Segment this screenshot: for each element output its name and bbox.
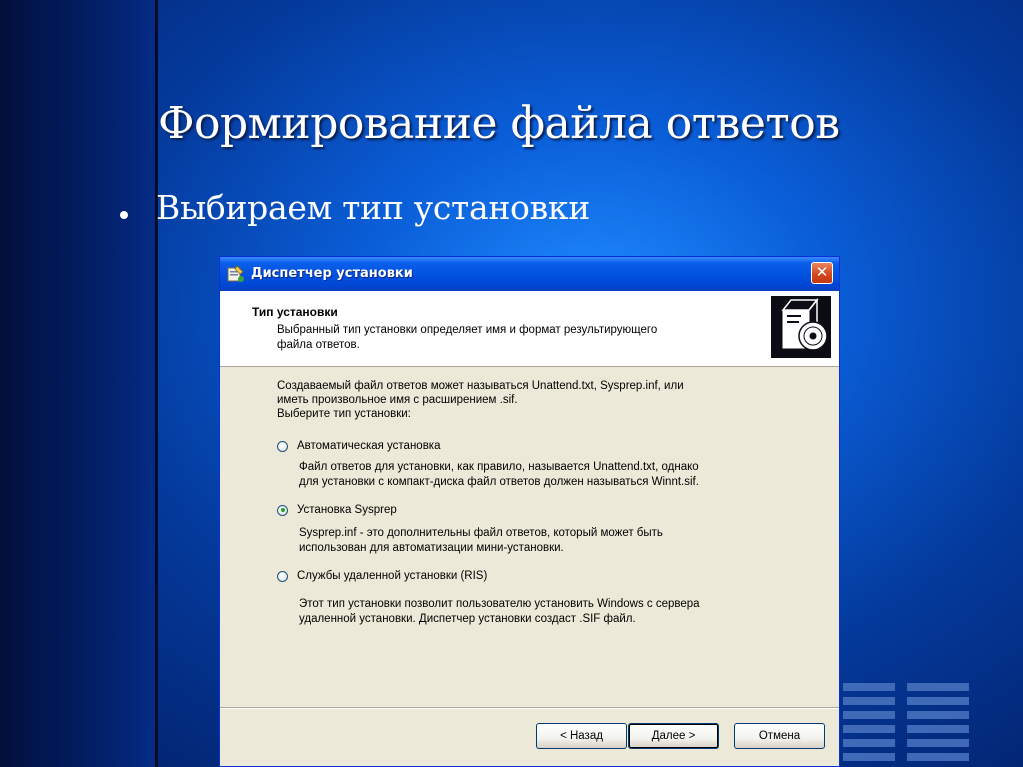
radio-button-selected[interactable] xyxy=(277,504,288,516)
cd-box-icon xyxy=(771,296,831,358)
radio-ris[interactable]: Службы удаленной установки (RIS) xyxy=(277,568,487,584)
intro-line: иметь произвольное имя с расширением .si… xyxy=(277,394,518,406)
cancel-button[interactable]: Отмена xyxy=(734,723,825,749)
back-button[interactable]: < Назад xyxy=(536,723,627,749)
radio-button[interactable] xyxy=(277,440,288,452)
close-icon: ✕ xyxy=(815,263,829,281)
radio-desc-line: Файл ответов для установки, как правило,… xyxy=(299,461,699,473)
radio-description: Файл ответов для установки, как правило,… xyxy=(299,460,799,490)
radio-label: Автоматическая установка xyxy=(297,440,441,452)
slide-title: Формирование файла ответов xyxy=(158,98,840,149)
radio-description: Sysprep.inf - это дополнительны файл отв… xyxy=(299,526,799,556)
radio-desc-line: для установки с компакт-диска файл ответ… xyxy=(299,476,699,488)
window-title: Диспетчер установки xyxy=(251,266,413,281)
radio-label: Службы удаленной установки (RIS) xyxy=(297,570,488,582)
intro-text: Создаваемый файл ответов может называтьс… xyxy=(277,379,684,421)
intro-line: Создаваемый файл ответов может называтьс… xyxy=(277,380,684,392)
bullet-dot xyxy=(120,211,128,219)
intro-line: Выберите тип установки: xyxy=(277,408,411,420)
header-description: Выбранный тип установки определяет имя и… xyxy=(277,323,757,353)
header-title: Тип установки xyxy=(252,305,338,319)
radio-desc-line: удаленной установки. Диспетчер установки… xyxy=(299,613,636,625)
header-desc-line: файла ответов. xyxy=(277,339,360,351)
radio-button[interactable] xyxy=(277,570,288,582)
radio-sysprep[interactable]: Установка Sysprep xyxy=(277,502,397,518)
slide-left-band xyxy=(0,0,157,767)
next-button[interactable]: Далее > xyxy=(628,723,719,749)
wizard-app-icon xyxy=(227,265,245,283)
setup-manager-window: Диспетчер установки ✕ Тип установки Выбр… xyxy=(219,256,840,767)
radio-automatic[interactable]: Автоматическая установка xyxy=(277,438,440,454)
window-titlebar[interactable]: Диспетчер установки ✕ xyxy=(220,257,839,291)
radio-label: Установка Sysprep xyxy=(297,504,397,516)
slide-bullet: Выбираем тип установки xyxy=(156,188,590,227)
close-button[interactable]: ✕ xyxy=(811,262,833,284)
radio-desc-line: Sysprep.inf - это дополнительны файл отв… xyxy=(299,527,663,539)
radio-desc-line: использован для автоматизации мини-устан… xyxy=(299,542,564,554)
radio-description: Этот тип установки позволит пользователю… xyxy=(299,597,799,627)
radio-desc-line: Этот тип установки позволит пользователю… xyxy=(299,598,700,610)
header-desc-line: Выбранный тип установки определяет имя и… xyxy=(277,324,658,336)
slide-decoration xyxy=(843,683,973,767)
wizard-header: Тип установки Выбранный тип установки оп… xyxy=(220,291,839,367)
footer-divider xyxy=(220,707,839,709)
